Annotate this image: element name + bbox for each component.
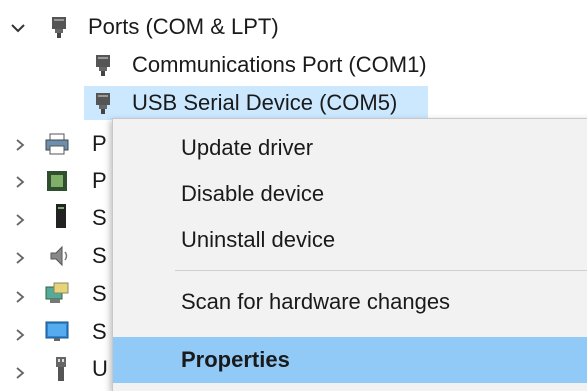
- usb-icon: [48, 356, 74, 382]
- storage-icon: [48, 204, 74, 230]
- printer-icon: [44, 131, 70, 157]
- menu-item-label: Disable device: [181, 181, 325, 206]
- menu-item-label: Scan for hardware changes: [181, 289, 451, 314]
- category-label[interactable]: S: [92, 280, 107, 308]
- chevron-down-icon[interactable]: [8, 18, 28, 38]
- network-icon: [44, 281, 70, 307]
- scan-hardware-menu-item[interactable]: Scan for hardware changes: [113, 279, 587, 325]
- category-label[interactable]: S: [92, 204, 107, 232]
- ports-category-label[interactable]: Ports (COM & LPT): [88, 13, 279, 41]
- category-label[interactable]: P: [92, 130, 107, 158]
- device-tree: Ports (COM & LPT) Communications Port (C…: [0, 0, 587, 391]
- com1-device-label[interactable]: Communications Port (COM1): [132, 51, 427, 79]
- chevron-right-icon[interactable]: [10, 363, 30, 383]
- menu-item-label: Update driver: [181, 135, 314, 160]
- port-connector-icon: [90, 90, 116, 116]
- uninstall-device-menu-item[interactable]: Uninstall device: [113, 217, 587, 263]
- chevron-right-icon[interactable]: [10, 172, 30, 192]
- port-connector-icon: [90, 52, 116, 78]
- chevron-right-icon[interactable]: [10, 248, 30, 268]
- chevron-right-icon[interactable]: [10, 325, 30, 345]
- port-connector-icon: [46, 14, 72, 40]
- processor-icon: [44, 168, 70, 194]
- category-label[interactable]: P: [92, 167, 107, 195]
- category-label[interactable]: U: [92, 355, 108, 383]
- properties-menu-item[interactable]: Properties: [113, 337, 587, 383]
- disable-device-menu-item[interactable]: Disable device: [113, 171, 587, 217]
- update-driver-menu-item[interactable]: Update driver: [113, 125, 587, 171]
- category-label[interactable]: S: [92, 318, 107, 346]
- context-menu: Update driver Disable device Uninstall d…: [112, 118, 587, 391]
- menu-item-label: Uninstall device: [181, 227, 336, 252]
- chevron-right-icon[interactable]: [10, 135, 30, 155]
- category-label[interactable]: S: [92, 242, 107, 270]
- menu-separator: [175, 270, 587, 271]
- chevron-right-icon[interactable]: [10, 287, 30, 307]
- monitor-icon: [44, 319, 70, 345]
- menu-item-label: Properties: [181, 347, 290, 372]
- speaker-icon: [46, 243, 72, 269]
- chevron-right-icon[interactable]: [10, 210, 30, 230]
- com5-device-label[interactable]: USB Serial Device (COM5): [132, 89, 397, 117]
